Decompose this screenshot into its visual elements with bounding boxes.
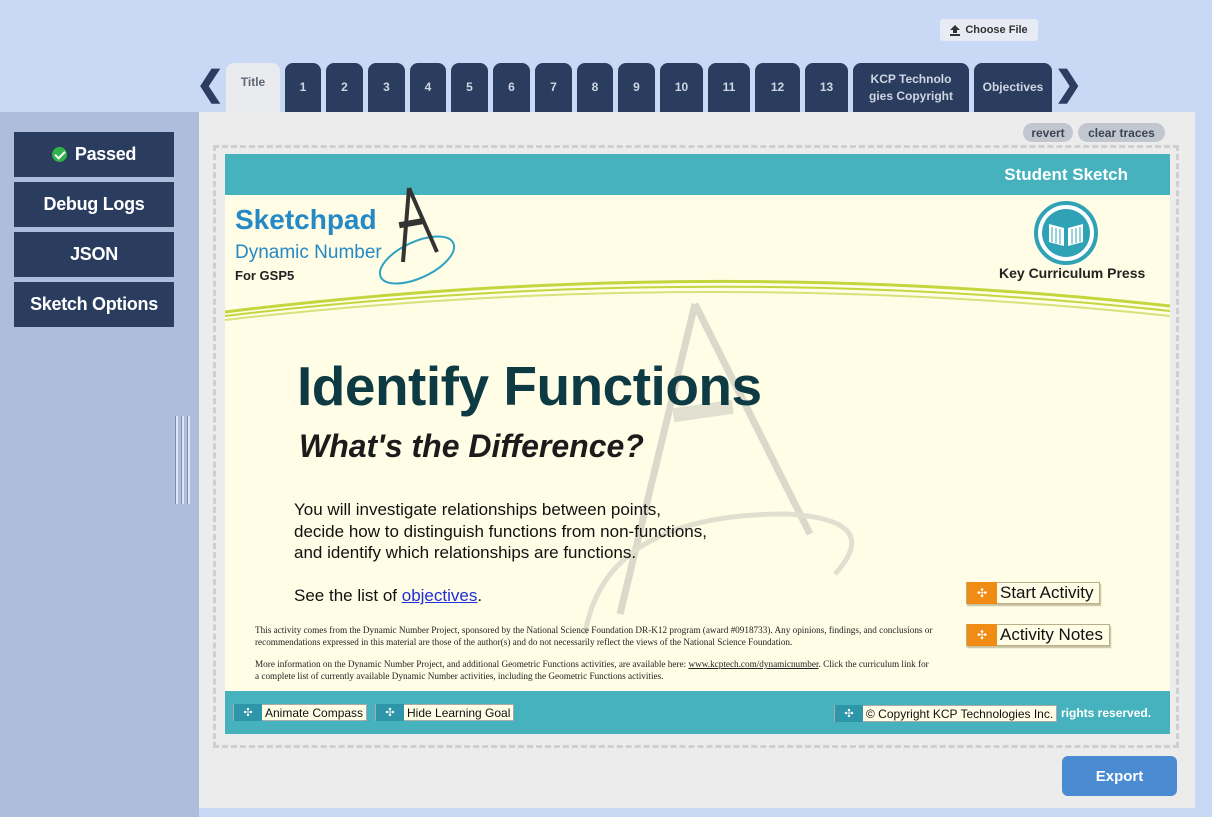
- resize-grip-icon[interactable]: [175, 416, 195, 504]
- objectives-link[interactable]: objectives: [402, 586, 478, 605]
- plus-icon: ✣: [376, 704, 404, 721]
- tab-10[interactable]: 10: [660, 63, 703, 112]
- rights-text: ll rights reserved.: [1051, 706, 1152, 720]
- objectives-line: See the list of objectives.: [294, 586, 483, 605]
- tab-3[interactable]: 3: [368, 63, 405, 112]
- activity-notes-button[interactable]: ✣ Activity Notes: [966, 624, 1110, 646]
- choose-file-label: Choose File: [965, 24, 1028, 36]
- tab-9[interactable]: 9: [618, 63, 655, 112]
- tab-kcp-copyright[interactable]: KCP Technolo gies Copyright: [853, 63, 969, 112]
- upload-icon: [950, 24, 961, 36]
- clear-traces-button[interactable]: clear traces: [1078, 123, 1165, 142]
- tab-5[interactable]: 5: [451, 63, 488, 112]
- tab-2[interactable]: 2: [326, 63, 363, 112]
- animate-compass-button[interactable]: ✣ Animate Compass: [233, 704, 368, 721]
- more-info-text: More information on the Dynamic Number P…: [255, 659, 929, 681]
- tab-6[interactable]: 6: [493, 63, 530, 112]
- sidebar: Passed Debug Logs JSON Sketch Options: [0, 112, 199, 817]
- tab-1[interactable]: 1: [285, 63, 321, 112]
- revert-button[interactable]: revert: [1023, 123, 1073, 142]
- activity-title: Identify Functions: [297, 355, 762, 417]
- brand-title: Sketchpad: [235, 204, 377, 235]
- brand-for: For GSP5: [235, 268, 295, 283]
- tab-13[interactable]: 13: [805, 63, 848, 112]
- brand-subtitle: Dynamic Number: [235, 242, 382, 263]
- kcptech-link[interactable]: www.kcptech.com/dynamicnumber: [688, 659, 818, 669]
- activity-description: You will investigate relationships betwe…: [294, 500, 707, 562]
- book-logo: [1034, 201, 1098, 265]
- plus-icon: ✣: [835, 705, 863, 722]
- sketch-footer-bar: ✣ Animate Compass ✣ Hide Learning Goal l…: [225, 691, 1170, 734]
- debug-logs-button[interactable]: Debug Logs: [14, 182, 174, 227]
- compass-logo: [378, 187, 456, 285]
- passed-button[interactable]: Passed: [14, 132, 174, 177]
- plus-icon: ✣: [967, 624, 997, 646]
- export-button[interactable]: Export: [1062, 756, 1177, 796]
- checkmark-icon: [51, 147, 67, 162]
- tab-12[interactable]: 12: [755, 63, 800, 112]
- publisher-label: Key Curriculum Press: [999, 265, 1146, 281]
- choose-file-button[interactable]: Choose File: [940, 19, 1038, 41]
- chevron-left-icon[interactable]: ❮: [196, 66, 225, 102]
- start-activity-button[interactable]: ✣ Start Activity: [966, 582, 1100, 604]
- sketch-canvas[interactable]: Student Sketch Sketchpad Dynamic Number …: [225, 154, 1170, 734]
- plus-icon: ✣: [967, 582, 997, 604]
- nsf-disclaimer: This activity comes from the Dynamic Num…: [255, 625, 933, 647]
- copyright-button[interactable]: ✣ © Copyright KCP Technologies Inc.: [834, 705, 1058, 722]
- json-button[interactable]: JSON: [14, 232, 174, 277]
- tab-title[interactable]: Title: [226, 63, 280, 115]
- sketch-options-button[interactable]: Sketch Options: [14, 282, 174, 327]
- plus-icon: ✣: [234, 704, 262, 721]
- tab-8[interactable]: 8: [577, 63, 613, 112]
- chevron-right-icon[interactable]: ❯: [1054, 66, 1083, 102]
- tab-4[interactable]: 4: [410, 63, 446, 112]
- tab-11[interactable]: 11: [708, 63, 750, 112]
- hide-learning-goal-button[interactable]: ✣ Hide Learning Goal: [375, 704, 515, 721]
- tab-7[interactable]: 7: [535, 63, 572, 112]
- tab-objectives[interactable]: Objectives: [974, 63, 1052, 112]
- activity-subtitle: What's the Difference?: [299, 428, 644, 464]
